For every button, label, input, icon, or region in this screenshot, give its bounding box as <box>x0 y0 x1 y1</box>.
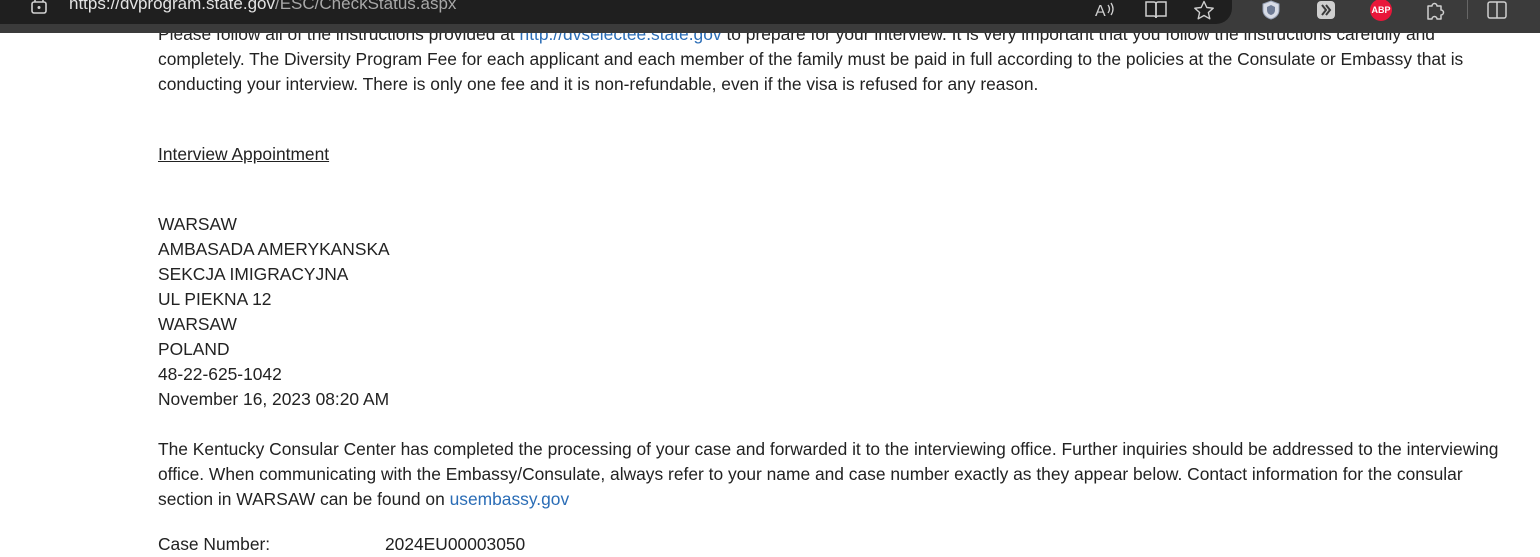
shield-extension-icon[interactable] <box>1261 0 1281 20</box>
address-line-city2: WARSAW <box>158 314 237 334</box>
browser-toolbar: https://dvprogram.state.gov/ESC/CheckSta… <box>0 0 1540 33</box>
extension-icon[interactable] <box>1316 0 1336 20</box>
address-line-section: SEKCJA IMIGRACYJNA <box>158 264 349 284</box>
kcc-paragraph-line1: The Kentucky Consular Center has complet… <box>158 439 1499 459</box>
url-path: /ESC/CheckStatus.aspx <box>275 0 457 13</box>
address-line-embassy: AMBASADA AMERYKANSKA <box>158 239 390 259</box>
svg-text:A: A <box>1095 3 1106 20</box>
intro-paragraph-line3: conducting your interview. There is only… <box>158 74 1039 94</box>
case-number-value: 2024EU00003050 <box>385 534 526 554</box>
usembassy-link[interactable]: usembassy.gov <box>450 489 570 509</box>
address-line-phone: 48-22-625-1042 <box>158 364 282 384</box>
appointment-datetime: November 16, 2023 08:20 AM <box>158 389 390 409</box>
split-screen-icon[interactable] <box>1486 0 1508 20</box>
kcc-paragraph-line2: office. When communicating with the Emba… <box>158 464 1463 484</box>
favorite-star-icon[interactable] <box>1193 0 1215 20</box>
url-host: https://dvprogram.state.gov <box>69 0 275 13</box>
adblock-plus-icon[interactable]: ABP <box>1370 0 1392 21</box>
toolbar-separator <box>1467 0 1468 19</box>
extensions-puzzle-icon[interactable] <box>1424 0 1446 20</box>
lock-icon[interactable] <box>30 0 48 20</box>
url-text[interactable]: https://dvprogram.state.gov/ESC/CheckSta… <box>69 0 456 14</box>
address-line-country: POLAND <box>158 339 230 359</box>
address-line-street: UL PIEKNA 12 <box>158 289 272 309</box>
address-line-city: WARSAW <box>158 214 237 234</box>
immersive-reader-icon[interactable] <box>1144 0 1168 20</box>
intro-paragraph-line2: completely. The Diversity Program Fee fo… <box>158 49 1464 69</box>
case-number-label: Case Number: <box>158 534 271 554</box>
interview-appointment-heading: Interview Appointment <box>158 144 330 164</box>
kcc-text-prefix: section in WARSAW can be found on <box>158 489 450 509</box>
read-aloud-icon[interactable]: A <box>1094 0 1116 20</box>
kcc-paragraph-line3: section in WARSAW can be found on usemba… <box>158 487 569 512</box>
address-bar[interactable]: https://dvprogram.state.gov/ESC/CheckSta… <box>0 0 1232 24</box>
